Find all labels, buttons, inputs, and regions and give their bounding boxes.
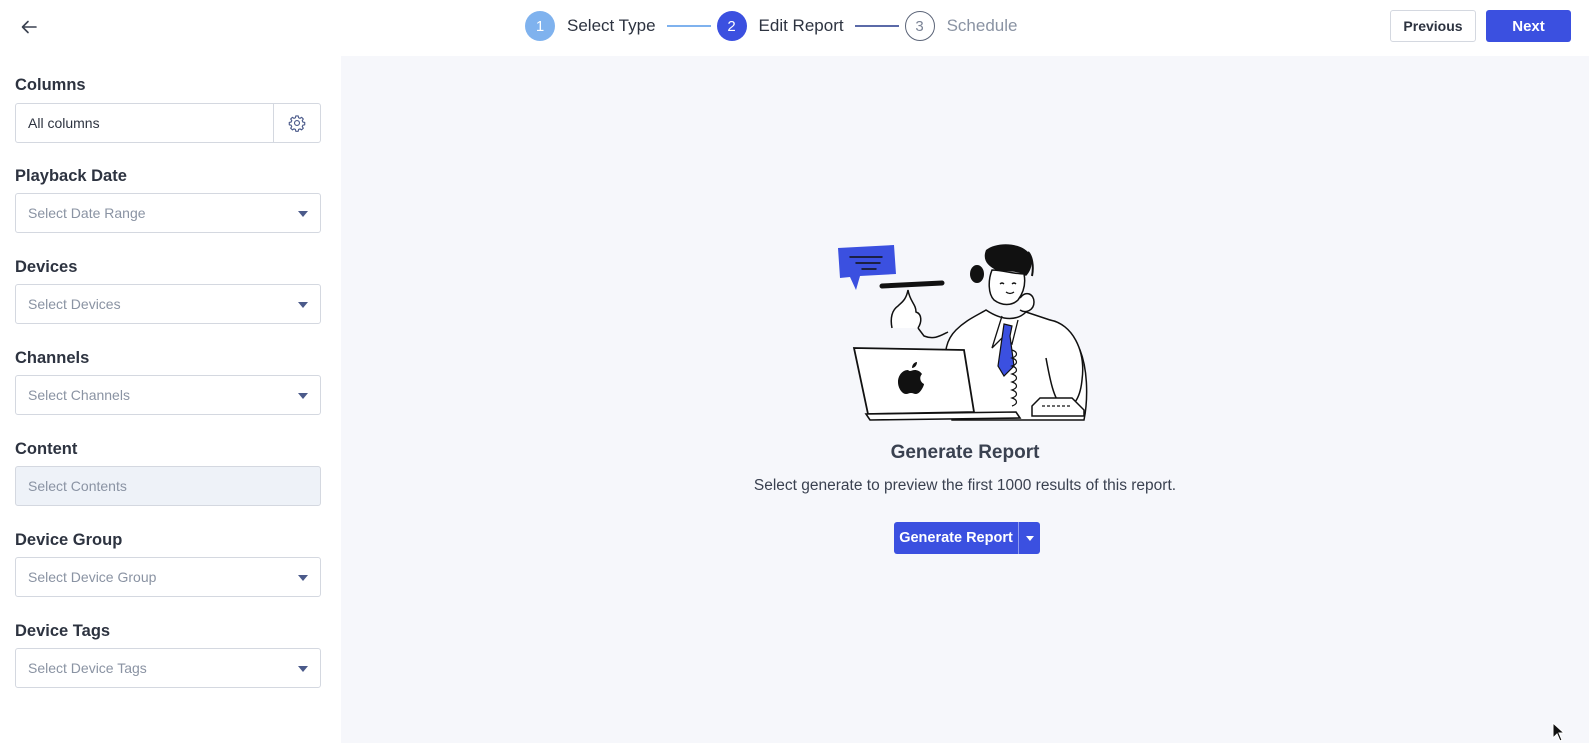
device-tags-label: Device Tags: [15, 622, 111, 640]
device-tags-placeholder: Select Device Tags: [28, 660, 147, 676]
playback-date-select[interactable]: Select Date Range: [15, 193, 321, 233]
devices-label: Devices: [15, 258, 78, 276]
step-label: Edit Report: [758, 16, 844, 35]
gear-icon: [288, 115, 306, 132]
step-label: Schedule: [946, 16, 1018, 35]
person-at-laptop-illustration: [838, 244, 1088, 421]
channels-label: Channels: [15, 349, 90, 367]
step-schedule[interactable]: 3 Schedule: [904, 11, 1018, 41]
chevron-down-icon: [298, 302, 308, 308]
mouse-pointer-icon: [1552, 722, 1566, 742]
stepper: 1 Select Type 2 Edit Report 3 Schedule: [525, 11, 1017, 41]
step-number: 2: [716, 11, 747, 41]
device-tags-select[interactable]: Select Device Tags: [15, 648, 321, 688]
generate-report-dropdown-button[interactable]: [1018, 522, 1040, 554]
columns-label: Columns: [15, 76, 86, 94]
arrow-left-icon: [21, 20, 37, 34]
chevron-down-icon: [298, 575, 308, 581]
channels-select[interactable]: Select Channels: [15, 375, 321, 415]
step-number: 3: [904, 11, 935, 41]
device-group-label: Device Group: [15, 531, 123, 549]
playback-date-placeholder: Select Date Range: [28, 205, 146, 221]
generate-report-button[interactable]: Generate Report: [894, 522, 1018, 554]
step-edit-report[interactable]: 2 Edit Report: [716, 11, 844, 41]
columns-value: All columns: [28, 115, 100, 131]
filters-sidebar: Columns All columns Playback Date Select…: [0, 56, 341, 743]
columns-field[interactable]: All columns: [15, 103, 321, 143]
channels-placeholder: Select Channels: [28, 387, 130, 403]
caret-down-icon: [1025, 535, 1034, 541]
chevron-down-icon: [298, 666, 308, 672]
step-number: 1: [525, 11, 555, 41]
step-connector: [854, 25, 899, 27]
content-placeholder: Select Contents: [28, 478, 127, 494]
back-button[interactable]: [16, 14, 42, 40]
devices-select[interactable]: Select Devices: [15, 284, 321, 324]
step-connector: [666, 25, 711, 27]
step-select-type[interactable]: 1 Select Type: [525, 11, 656, 41]
generate-report-button-group: Generate Report: [894, 522, 1040, 554]
chevron-down-icon: [298, 393, 308, 399]
devices-placeholder: Select Devices: [28, 296, 121, 312]
chevron-down-icon: [298, 211, 308, 217]
playback-date-label: Playback Date: [15, 167, 127, 185]
step-label: Select Type: [567, 16, 656, 35]
device-group-select[interactable]: Select Device Group: [15, 557, 321, 597]
generate-report-subtitle: Select generate to preview the first 100…: [753, 477, 1177, 494]
columns-settings-button[interactable]: [273, 104, 320, 142]
next-button[interactable]: Next: [1486, 10, 1571, 42]
report-preview-area: Generate Report Select generate to previ…: [341, 56, 1589, 743]
previous-button[interactable]: Previous: [1390, 10, 1476, 42]
content-select[interactable]: Select Contents: [15, 466, 321, 506]
content-label: Content: [15, 440, 78, 458]
generate-report-title: Generate Report: [890, 442, 1040, 463]
top-bar: 1 Select Type 2 Edit Report 3 Schedule P…: [0, 0, 1589, 56]
device-group-placeholder: Select Device Group: [28, 569, 157, 585]
